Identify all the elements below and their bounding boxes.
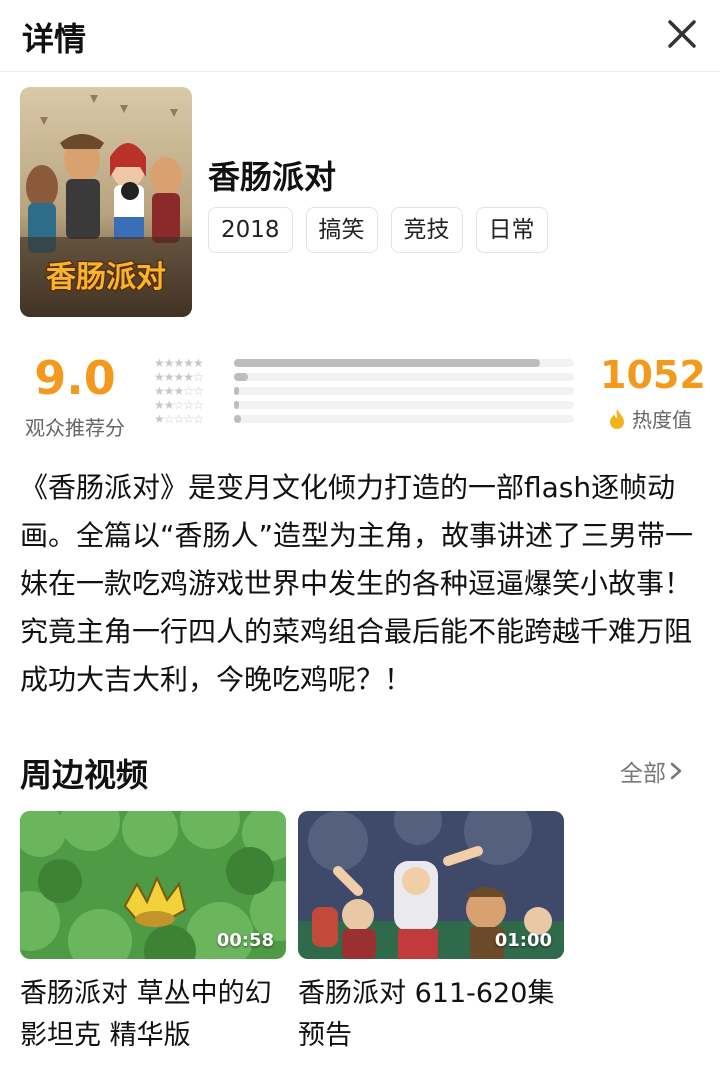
see-all-label: 全部 (620, 761, 666, 787)
video-duration: 00:58 (216, 930, 274, 951)
rating-bar (234, 359, 540, 367)
related-video-card[interactable]: 01:00 香肠派对 611-620集预告 (298, 811, 564, 1057)
rating-bar (234, 387, 240, 395)
heat-label: 热度值 (608, 404, 692, 433)
page-title: 详情 (22, 20, 87, 58)
rating-row-4: ★★★★☆ (154, 370, 584, 384)
audience-score: 9.0 (34, 351, 116, 405)
video-title[interactable]: 香肠派对 草丛中的幻影坦克 精华版 (20, 973, 286, 1057)
flame-icon (610, 408, 624, 429)
close-button[interactable] (664, 16, 700, 52)
one-star-icon: ★☆☆☆☆ (154, 412, 204, 426)
tag-genre[interactable]: 搞笑 (305, 207, 378, 253)
two-stars-icon: ★★☆☆☆ (154, 398, 204, 412)
tag-genre[interactable]: 竞技 (390, 207, 463, 253)
tag-year[interactable]: 2018 (208, 207, 293, 253)
video-thumbnail[interactable]: 00:58 (20, 811, 286, 959)
audience-score-label: 观众推荐分 (25, 416, 125, 440)
rating-distribution: ★★★★★ ★★★★☆ ★★★☆☆ ★★☆☆☆ ★☆☆☆☆ (154, 356, 584, 426)
related-video-card[interactable]: 00:58 香肠派对 草丛中的幻影坦克 精华版 (20, 811, 286, 1057)
close-icon (668, 20, 696, 48)
see-all-link[interactable]: 全部 (620, 754, 686, 788)
show-poster[interactable]: 香肠派对 (20, 87, 192, 317)
three-stars-icon: ★★★☆☆ (154, 384, 204, 398)
show-title: 香肠派对 (208, 158, 337, 196)
rating-bar (234, 373, 248, 381)
four-stars-icon: ★★★★☆ (154, 370, 204, 384)
rating-bar (234, 401, 240, 409)
tag-genre[interactable]: 日常 (475, 207, 548, 253)
heat-label-text: 热度值 (632, 408, 692, 432)
rating-row-1: ★☆☆☆☆ (154, 412, 584, 426)
heat-value: 1052 (600, 353, 706, 397)
rating-bar (234, 415, 241, 423)
svg-text:香肠派对: 香肠派对 (46, 260, 166, 295)
related-section-title: 周边视频 (20, 756, 149, 794)
show-description: 《香肠派对》是变月文化倾力打造的一部flash逐帧动画。全篇以“香肠人”造型为主… (20, 471, 694, 696)
five-stars-icon: ★★★★★ (154, 356, 204, 370)
rating-row-3: ★★★☆☆ (154, 384, 584, 398)
video-duration: 01:00 (494, 930, 552, 951)
rating-row-5: ★★★★★ (154, 356, 584, 370)
tag-list: 2018 搞笑 竞技 日常 (208, 207, 548, 253)
top-bar: 详情 (0, 0, 720, 72)
rating-row-2: ★★☆☆☆ (154, 398, 584, 412)
video-title[interactable]: 香肠派对 611-620集预告 (298, 973, 564, 1057)
video-thumbnail[interactable]: 01:00 (298, 811, 564, 959)
chevron-right-icon (670, 762, 682, 780)
